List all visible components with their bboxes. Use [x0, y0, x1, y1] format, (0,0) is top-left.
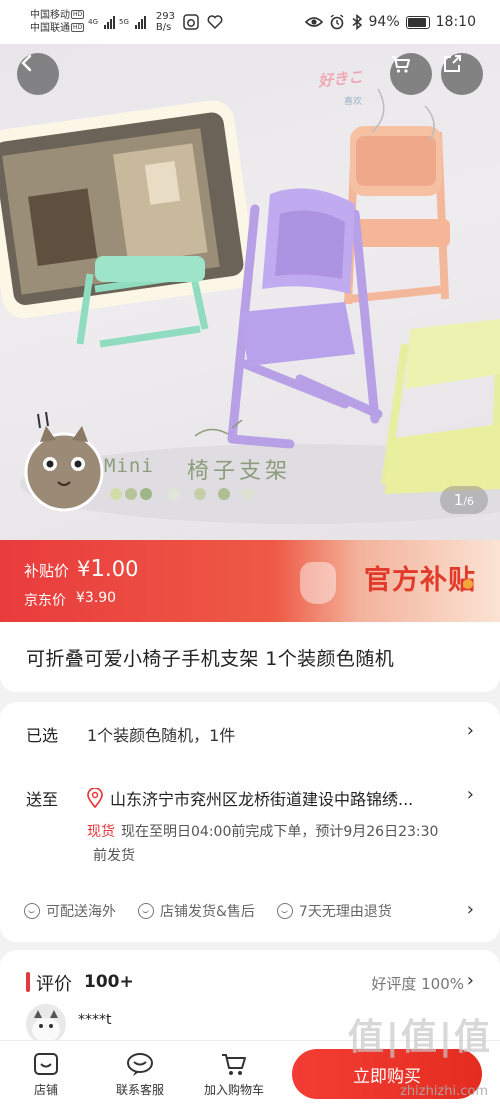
hd-tag-1: HD	[71, 10, 85, 19]
shop-label: 店铺	[33, 1083, 58, 1097]
battery-icon	[405, 15, 430, 29]
jd-price-label: 京东价	[24, 593, 66, 609]
service-item: 可配送海外	[24, 901, 116, 921]
chevron-right-icon[interactable]: ›	[467, 970, 474, 991]
official-subsidy-badge: 官方补贴	[364, 565, 476, 596]
product-title-card: 可折叠可爱小椅子手机支架 1个装颜色随机	[0, 622, 500, 692]
back-button[interactable]	[17, 53, 59, 95]
shop-icon	[34, 1053, 58, 1075]
chevron-right-icon[interactable]: ›	[467, 720, 474, 741]
alarm-icon	[330, 14, 343, 30]
mini-label: Mini	[104, 455, 154, 477]
eta-text-2: 前发货	[93, 848, 135, 864]
carrier-2: 中国联通	[30, 23, 70, 34]
mini-cn-label: 椅子支架	[187, 459, 292, 484]
shipping-address[interactable]: 山东济宁市兖州区龙桥街道建设中路锦绣...	[110, 786, 450, 810]
customer-service-label: 联系客服	[116, 1083, 165, 1097]
watermark-logo: 值|值|值	[347, 1017, 492, 1058]
network-type-2: 5G	[119, 18, 129, 26]
smile-check-icon	[138, 903, 154, 919]
jd-price: ¥3.90	[76, 590, 117, 606]
bluetooth-icon	[352, 14, 362, 30]
service-item: 7天无理由退货	[276, 901, 392, 921]
battery-percent: 94%	[368, 14, 400, 30]
chevron-right-icon[interactable]: ›	[467, 899, 474, 920]
speed-unit: B/s	[155, 22, 172, 33]
subsidy-currency: ¥	[77, 557, 91, 581]
subsidy-label: 补贴价	[24, 562, 70, 580]
share-button[interactable]	[441, 53, 483, 95]
carrier-info: 中国移动 HD 中国联通 HD	[30, 9, 85, 35]
cart-icon	[392, 56, 410, 73]
location-pin-icon	[87, 788, 103, 808]
subsidy-price: ¥1.00	[77, 556, 138, 582]
add-to-cart-label: 加入购物车	[204, 1083, 265, 1097]
network-speed: 293 B/s	[156, 11, 175, 33]
ship-to-label: 送至	[26, 790, 59, 809]
status-bar: 中国移动 HD 中国联通 HD 4G 5G 293 B/s 94% 18:10	[0, 0, 500, 44]
watermark-site: zhizhizhi.com	[400, 1084, 488, 1099]
signal-icon-2	[134, 15, 146, 29]
delivery-estimate: 现货 现在至明日04:00前完成下单，预计9月26日23:30 前发货	[87, 820, 477, 868]
share-icon	[444, 55, 461, 72]
back-arrow-icon	[21, 54, 32, 72]
eye-icon	[304, 17, 323, 27]
service-label: 可配送海外	[46, 904, 116, 920]
cart-icon	[222, 1054, 246, 1075]
shop-button[interactable]: 店铺	[32, 1051, 60, 1098]
smile-check-icon	[276, 903, 293, 919]
spec-card: 已选 1个装颜色随机，1件 › 送至 山东济宁市兖州区龙桥街道建设中路锦绣...…	[0, 702, 500, 942]
carrier-1: 中国移动	[30, 10, 70, 21]
eta-text: 现在至明日04:00前完成下单，预计9月26日23:30	[121, 824, 439, 840]
service-item: 店铺发货&售后	[138, 901, 255, 921]
hd-tag-2: HD	[71, 23, 85, 32]
reviewer-name: ****t	[78, 1012, 112, 1028]
smile-check-icon	[24, 903, 40, 919]
speed-value: 293	[155, 11, 176, 22]
gift-bag-icon	[300, 562, 336, 604]
signal-icon-1	[104, 15, 116, 29]
service-guarantees[interactable]: 可配送海外 店铺发货&售后 7天无理由退货 ›	[0, 888, 500, 934]
subsidy-int: 1	[90, 556, 106, 582]
image-counter: 1/6	[439, 486, 488, 514]
stock-status: 现货	[87, 824, 115, 840]
subsidy-dec: .00	[105, 557, 139, 581]
clock: 18:10	[435, 14, 476, 30]
network-type-1: 4G	[88, 18, 99, 26]
sticker-subtext: 喜欢	[344, 97, 363, 107]
add-to-cart-button[interactable]: 加入购物车	[204, 1051, 264, 1098]
section-marker	[26, 972, 30, 992]
price-banner: 补贴价 ¥1.00 京东价 ¥3.90 官方补贴	[0, 540, 500, 622]
image-total: /6	[463, 495, 474, 508]
selected-label: 已选	[26, 726, 59, 745]
product-title: 可折叠可爱小椅子手机支架 1个装颜色随机	[26, 648, 395, 670]
image-index: 1	[453, 491, 464, 509]
chat-icon	[127, 1053, 153, 1076]
service-label: 7天无理由退货	[298, 904, 392, 920]
camera-app-icon	[183, 14, 199, 30]
product-image-carousel[interactable]: 好きこ 喜欢 Mini 椅子支架 1/6	[0, 44, 500, 540]
selected-value[interactable]: 1个装颜色随机，1件	[87, 722, 235, 746]
customer-service-button[interactable]: 联系客服	[116, 1051, 164, 1098]
badge-dot-icon	[463, 579, 473, 589]
review-count: 100+	[84, 972, 134, 992]
chevron-right-icon[interactable]: ›	[467, 784, 474, 805]
positive-rate: 好评度 100%	[371, 975, 464, 993]
cart-button[interactable]	[390, 53, 432, 95]
avatar	[26, 1004, 66, 1044]
service-label: 店铺发货&售后	[160, 904, 255, 920]
review-title: 评价	[36, 974, 72, 995]
health-app-icon	[207, 15, 223, 30]
